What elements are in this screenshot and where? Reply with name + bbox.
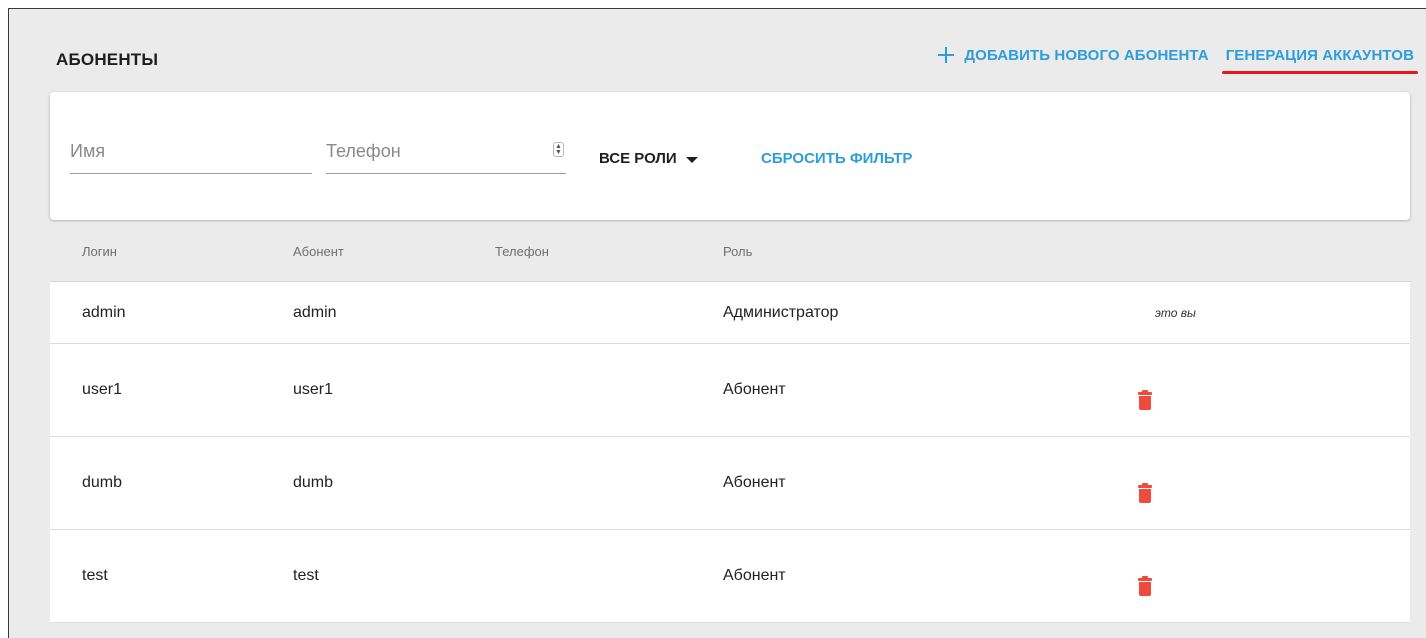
cell-subscriber: admin [293, 303, 337, 321]
cell-subscriber: dumb [293, 474, 334, 491]
current-user-note: это вы [1155, 305, 1196, 320]
cell-role: Абонент [723, 381, 786, 398]
plus-icon [937, 46, 955, 64]
cell-login: test [82, 567, 108, 584]
cell-subscriber: test [293, 567, 319, 584]
filter-panel: ▲▼ ВСЕ РОЛИ СБРОСИТЬ ФИЛЬТР [50, 92, 1410, 220]
cell-role: Администратор [723, 303, 839, 321]
name-filter-field [70, 134, 312, 174]
table-header: Логин Абонент Телефон Роль [50, 222, 1410, 282]
column-header-phone[interactable]: Телефон [495, 244, 549, 259]
column-header-login[interactable]: Логин [82, 244, 117, 259]
column-header-subscriber[interactable]: Абонент [293, 244, 344, 259]
phone-filter-input[interactable] [326, 134, 566, 168]
cell-login: dumb [82, 474, 123, 491]
name-filter-input[interactable] [70, 134, 312, 168]
roles-dropdown-label: ВСЕ РОЛИ [599, 150, 677, 167]
caret-down-icon [685, 156, 698, 163]
cell-login: admin [82, 303, 126, 321]
subscribers-table: Логин Абонент Телефон Роль admin admin А… [50, 222, 1410, 623]
page-title: АБОНЕНТЫ [56, 50, 159, 69]
table-row[interactable]: admin admin Администратор это вы [50, 282, 1410, 344]
table-row[interactable]: user1 user1 Абонент [50, 344, 1410, 437]
phone-filter-field: ▲▼ [326, 134, 566, 174]
reset-filter-button[interactable]: СБРОСИТЬ ФИЛЬТР [761, 150, 912, 167]
number-stepper-icon[interactable]: ▲ ▼ [553, 142, 564, 157]
cell-login: user1 [82, 381, 123, 398]
generate-accounts-label: ГЕНЕРАЦИЯ АККАУНТОВ [1225, 46, 1414, 64]
add-subscriber-button[interactable]: ДОБАВИТЬ НОВОГО АБОНЕНТА [937, 46, 1209, 64]
table-row[interactable]: dumb dumb Абонент [50, 437, 1410, 530]
roles-dropdown[interactable]: ВСЕ РОЛИ [599, 150, 698, 167]
cell-role: Абонент [723, 567, 786, 584]
cell-subscriber: user1 [293, 381, 334, 398]
generate-accounts-button[interactable]: ГЕНЕРАЦИЯ АККАУНТОВ [1221, 46, 1418, 74]
highlight-underline [1221, 70, 1418, 74]
table-row[interactable]: test test Абонент [50, 530, 1410, 623]
cell-role: Абонент [723, 474, 786, 491]
column-header-role[interactable]: Роль [723, 244, 752, 259]
add-subscriber-label: ДОБАВИТЬ НОВОГО АБОНЕНТА [964, 46, 1209, 64]
header-actions: ДОБАВИТЬ НОВОГО АБОНЕНТА ГЕНЕРАЦИЯ АККАУ… [937, 46, 1418, 74]
